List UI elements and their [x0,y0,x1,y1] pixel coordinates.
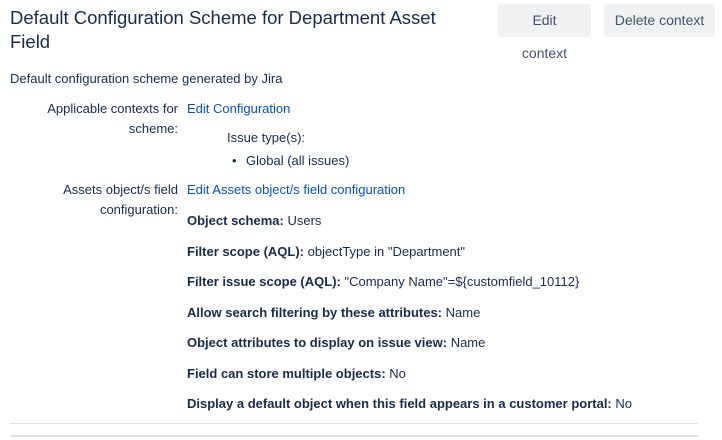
edit-assets-config-link[interactable]: Edit Assets object/s field configuration [187,180,405,200]
filter-issue-scope-row: Filter issue scope (AQL): "Company Name"… [187,274,579,289]
multiple-objects-label: Field can store multiple objects: [187,366,386,381]
context-config-page: Default Configuration Scheme for Departm… [0,0,722,440]
multiple-objects-value: No [389,366,406,381]
assets-config-label: Assets object/s field configuration: [63,182,178,217]
filter-issue-scope-label: Filter issue scope (AQL): [187,274,341,289]
default-object-portal-value: No [615,396,633,411]
section-divider [10,423,698,424]
issue-view-attributes-label: Object attributes to display on issue vi… [187,335,448,350]
issue-types-list: Global (all issues) [232,153,349,168]
applicable-contexts-label: Applicable contexts for scheme: [47,101,178,136]
filter-scope-row: Filter scope (AQL): objectType in "Depar… [187,244,465,259]
bottom-divider [10,435,698,437]
search-filtering-attributes-row: Allow search filtering by these attribut… [187,305,480,320]
scheme-description: Default configuration scheme generated b… [10,71,283,86]
object-schema-label: Object schema: [187,213,284,228]
object-schema-value: Users [287,213,322,228]
default-object-portal-label: Display a default object when this field… [187,396,612,411]
filter-scope-label: Filter scope (AQL): [187,244,305,259]
page-title: Default Configuration Scheme for Departm… [10,7,436,52]
search-filtering-attributes-label: Allow search filtering by these attribut… [187,305,442,320]
delete-context-button[interactable]: Delete context [604,4,715,37]
issue-type-item: Global (all issues) [232,153,349,168]
object-schema-row: Object schema: Users [187,213,321,228]
issue-types-heading: Issue type(s): [227,130,306,145]
filter-issue-scope-value: "Company Name"=${customfield_10112} [344,274,580,289]
default-object-portal-row: Display a default object when this field… [187,396,632,411]
issue-view-attributes-row: Object attributes to display on issue vi… [187,335,485,350]
multiple-objects-row: Field can store multiple objects: No [187,366,406,381]
issue-view-attributes-value: Name [450,335,486,350]
search-filtering-attributes-value: Name [445,305,481,320]
edit-configuration-link[interactable]: Edit Configuration [187,99,290,119]
edit-context-button[interactable]: Edit context [498,4,591,61]
filter-scope-value: objectType in "Department" [307,244,466,259]
